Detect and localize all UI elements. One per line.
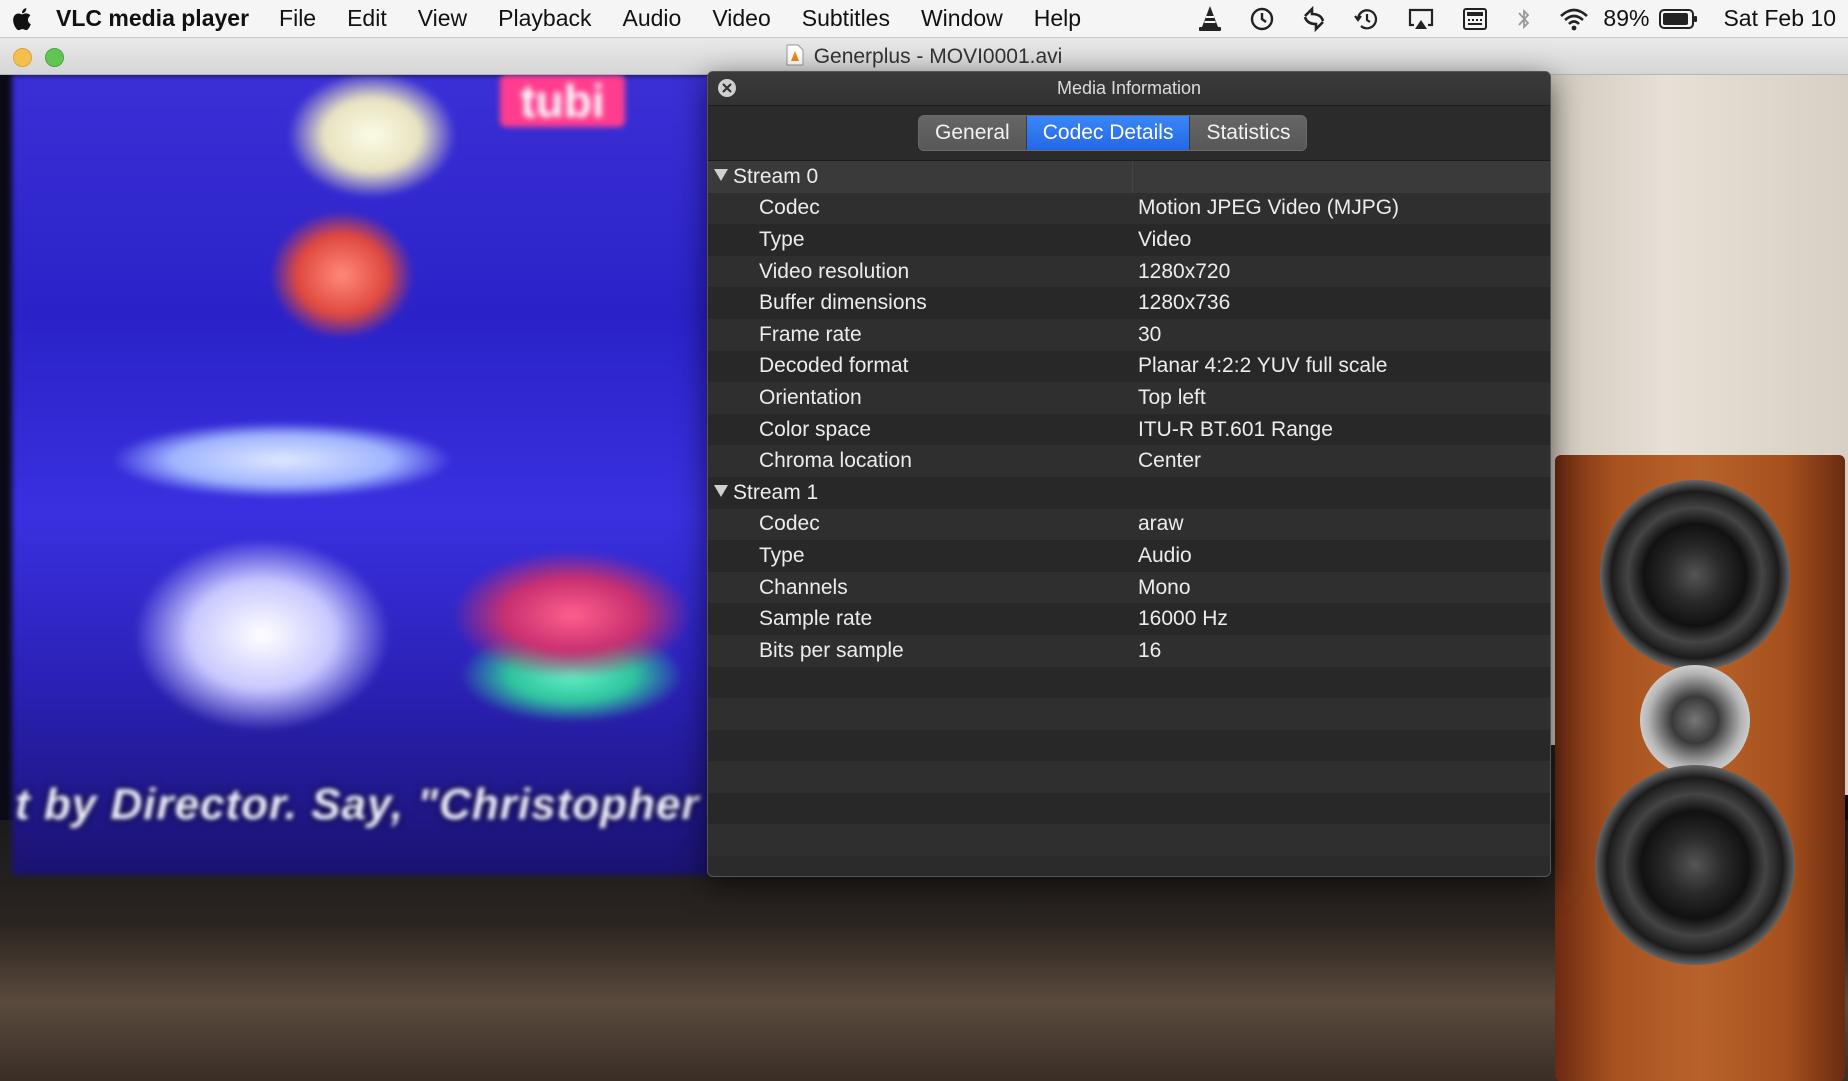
- empty-row: [708, 792, 1550, 825]
- row-key: Chroma location: [759, 449, 912, 473]
- row-value: araw: [1138, 512, 1184, 536]
- menu-video[interactable]: Video: [712, 5, 770, 32]
- speaker-woofer-bottom: [1595, 765, 1795, 965]
- empty-row: [708, 824, 1550, 857]
- tree-row[interactable]: Chroma location Center: [708, 445, 1550, 477]
- panel-title: Media Information: [1056, 78, 1202, 98]
- row-value: Planar 4:2:2 YUV full scale: [1138, 354, 1388, 378]
- window-title: Generplus - MOVI0001.avi: [0, 44, 1848, 72]
- menu-subtitles[interactable]: Subtitles: [802, 5, 890, 32]
- row-key: Decoded format: [759, 354, 909, 378]
- tab-segmented-control: General Codec Details Statistics: [918, 115, 1308, 151]
- empty-row: [708, 729, 1550, 762]
- battery-percent: 89%: [1603, 5, 1650, 31]
- menu-edit[interactable]: Edit: [347, 5, 387, 32]
- video-caption-text: t by Director. Say, "Christopher Nol: [15, 780, 705, 829]
- row-value: Mono: [1138, 575, 1191, 599]
- airplay-icon[interactable]: [1407, 6, 1435, 32]
- row-key: Frame rate: [759, 322, 862, 346]
- disclosure-triangle-icon[interactable]: [714, 484, 728, 497]
- row-key: Type: [759, 227, 805, 251]
- row-value: Top left: [1138, 385, 1206, 409]
- row-value: 16: [1138, 638, 1162, 662]
- row-key: Bits per sample: [759, 638, 904, 662]
- menu-bar: VLC media player File Edit View Playback…: [0, 0, 1848, 38]
- row-key: Color space: [759, 417, 872, 441]
- menu-file[interactable]: File: [279, 5, 316, 32]
- tree-row[interactable]: Color space ITU-R BT.601 Range: [708, 413, 1550, 446]
- tree-row[interactable]: Type Video: [708, 224, 1550, 256]
- menubar-clock[interactable]: Sat Feb 10: [1723, 5, 1836, 32]
- video-tv-screen: [12, 75, 712, 875]
- speaker-woofer-top: [1600, 480, 1790, 670]
- row-key: Codec: [759, 196, 820, 220]
- tab-general[interactable]: General: [919, 116, 1027, 150]
- stream-name: Stream 1: [733, 480, 819, 504]
- menu-audio[interactable]: Audio: [623, 5, 682, 32]
- menu-view[interactable]: View: [418, 5, 467, 32]
- row-value: 1280x736: [1138, 291, 1231, 315]
- stream-1-header[interactable]: Stream 1: [708, 476, 1550, 509]
- menu-help[interactable]: Help: [1034, 5, 1081, 32]
- stream-0-header[interactable]: Stream 0: [708, 161, 1550, 193]
- tree-row[interactable]: Buffer dimensions 1280x736: [708, 287, 1550, 319]
- media-information-panel: Media Information General Codec Details …: [707, 71, 1551, 877]
- tree-row[interactable]: Sample rate 16000 Hz: [708, 603, 1550, 635]
- row-key: Channels: [759, 575, 848, 599]
- vlc-cone-icon[interactable]: [1197, 5, 1223, 33]
- window-titlebar[interactable]: Generplus - MOVI0001.avi: [0, 38, 1848, 75]
- row-value: 16000 Hz: [1138, 607, 1228, 631]
- row-key: Codec: [759, 512, 820, 536]
- panel-titlebar[interactable]: Media Information: [708, 72, 1550, 106]
- tubi-logo: tubi: [500, 75, 625, 127]
- keyboard-viewer-icon[interactable]: [1461, 6, 1489, 32]
- tree-row[interactable]: Codec araw: [708, 508, 1550, 541]
- wifi-icon[interactable]: [1559, 7, 1589, 31]
- battery-icon[interactable]: [1659, 8, 1699, 30]
- codec-tree: Stream 0 Codec Motion JPEG Video (MJPG) T…: [708, 161, 1550, 857]
- row-key: Video resolution: [759, 259, 910, 283]
- disclosure-triangle-icon[interactable]: [714, 169, 728, 181]
- window-title-text: Generplus - MOVI0001.avi: [813, 45, 1063, 68]
- row-value: Center: [1138, 449, 1202, 473]
- sync-arrows-icon[interactable]: [1301, 5, 1327, 32]
- tree-row[interactable]: Type Audio: [708, 540, 1550, 572]
- app-name-menu[interactable]: VLC media player: [56, 5, 249, 32]
- empty-row: [708, 761, 1550, 793]
- status-menus: 89% Sat Feb 10: [1197, 0, 1848, 37]
- tree-row[interactable]: Orientation Top left: [708, 382, 1550, 414]
- tree-row[interactable]: Codec Motion JPEG Video (MJPG): [708, 192, 1550, 225]
- tree-row[interactable]: Channels Mono: [708, 571, 1550, 604]
- row-value: ITU-R BT.601 Range: [1138, 417, 1333, 441]
- tab-codec-details[interactable]: Codec Details: [1026, 116, 1191, 150]
- bluetooth-icon[interactable]: [1515, 6, 1533, 32]
- tree-row[interactable]: Decoded format Planar 4:2:2 YUV full scal…: [708, 350, 1550, 383]
- row-value: Video: [1138, 227, 1192, 251]
- panel-tab-bar: General Codec Details Statistics: [708, 106, 1550, 161]
- row-key: Type: [759, 543, 805, 567]
- row-key: Orientation: [759, 385, 862, 409]
- row-value: 30: [1138, 322, 1162, 346]
- empty-row: [708, 666, 1550, 699]
- empty-row: [708, 698, 1550, 730]
- row-key: Buffer dimensions: [759, 291, 927, 315]
- video-speaker: [1555, 455, 1845, 1081]
- column-separator: [1132, 161, 1133, 193]
- speaker-tweeter: [1640, 665, 1750, 775]
- clock-icon[interactable]: [1249, 6, 1275, 32]
- row-value: 1280x720: [1138, 259, 1231, 283]
- row-key: Sample rate: [759, 607, 873, 631]
- vlc-document-icon: [786, 44, 804, 72]
- time-machine-icon[interactable]: [1353, 6, 1381, 32]
- tab-statistics[interactable]: Statistics: [1190, 116, 1307, 150]
- apple-icon[interactable]: [10, 6, 32, 32]
- stream-name: Stream 0: [733, 164, 819, 188]
- menu-window[interactable]: Window: [921, 5, 1003, 32]
- menu-playback[interactable]: Playback: [498, 5, 591, 32]
- tree-row[interactable]: Video resolution 1280x720: [708, 255, 1550, 288]
- tree-row[interactable]: Bits per sample 16: [708, 634, 1550, 667]
- tree-row[interactable]: Frame rate 30: [708, 318, 1550, 351]
- row-value: Audio: [1138, 543, 1192, 567]
- row-value: Motion JPEG Video (MJPG): [1138, 196, 1400, 220]
